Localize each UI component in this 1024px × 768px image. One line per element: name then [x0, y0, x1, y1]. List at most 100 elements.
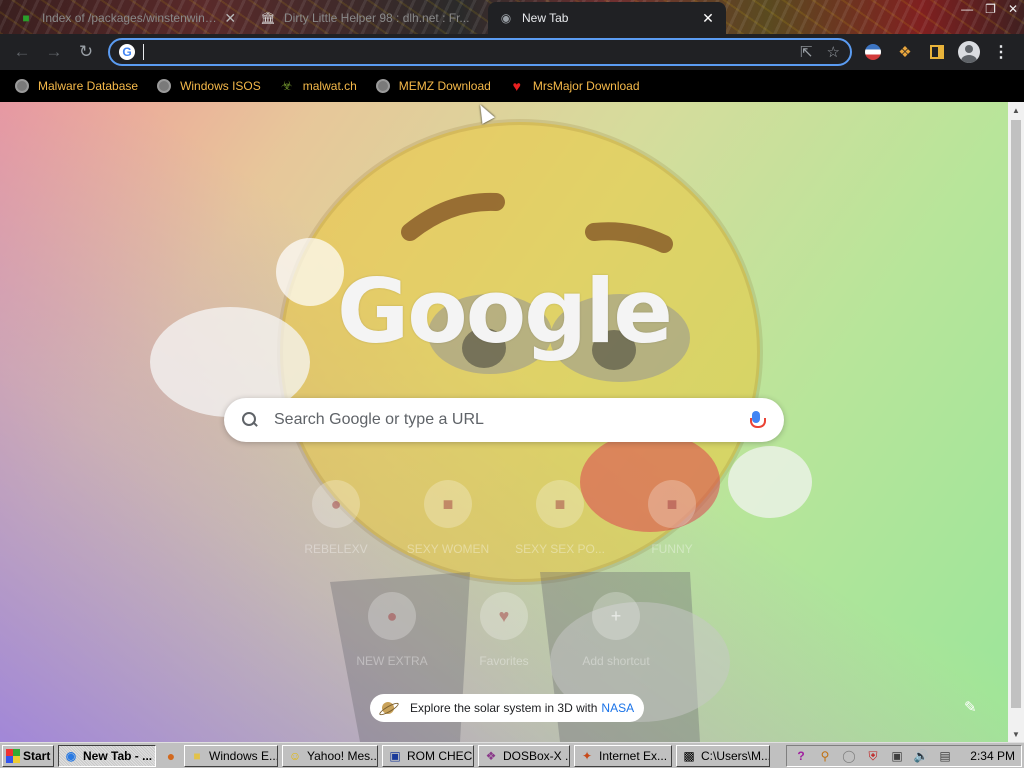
- task-label: DOSBox-X ...: [503, 748, 570, 763]
- folder-icon: ■: [193, 748, 201, 763]
- add-shortcut-tile[interactable]: + Add shortcut: [560, 586, 672, 698]
- folder-green-icon: ■: [22, 11, 30, 25]
- help-icon[interactable]: ?: [793, 748, 809, 764]
- shortcut-tile[interactable]: ■ SEXY WOMEN: [392, 474, 504, 586]
- close-window-icon[interactable]: ✕: [1008, 2, 1018, 16]
- site-icon: ●: [368, 592, 416, 640]
- search-icon: [240, 410, 260, 430]
- shortcut-label: SEXY WOMEN: [406, 542, 490, 556]
- new-tab-page: Google ● REBELEXV ■ SEXY WOMEN ■ SEXY SE…: [0, 102, 1008, 742]
- task-label: ROM CHEC...: [407, 748, 473, 763]
- monitor-icon[interactable]: ▤: [937, 748, 953, 764]
- attribution-link[interactable]: NASA: [601, 701, 634, 715]
- clock[interactable]: 2:34 PM: [970, 749, 1015, 763]
- taskbar-button-yahoo[interactable]: ☺ Yahoo! Mes...: [282, 744, 378, 767]
- shortcut-tile[interactable]: ■ FUNNY: [616, 474, 728, 586]
- tab-title: New Tab: [522, 11, 569, 25]
- network-icon[interactable]: ◯: [841, 748, 857, 764]
- tab-index-of-packages[interactable]: ■ Index of /packages/winstenwinxp... ✕: [8, 2, 248, 34]
- side-panel-icon[interactable]: [926, 36, 948, 68]
- google-logo: Google: [337, 260, 673, 363]
- task-label: New Tab - ...: [83, 748, 153, 763]
- shortcut-label: NEW EXTRA: [356, 654, 428, 668]
- windows-taskbar: Start ◉ New Tab - ... ● ■ Windows E... ☺…: [0, 742, 1024, 768]
- search-input[interactable]: [274, 411, 744, 429]
- volume-icon[interactable]: 🔊: [913, 748, 929, 764]
- globe-icon: [375, 78, 391, 94]
- reload-button[interactable]: ↻: [70, 36, 102, 68]
- address-input[interactable]: [143, 44, 800, 60]
- page-scrollbar[interactable]: ▲ ▼: [1008, 102, 1024, 742]
- ie-icon: ✦: [581, 748, 593, 763]
- app-icon: ▣: [389, 748, 401, 763]
- globe-icon: [14, 78, 30, 94]
- scroll-thumb[interactable]: [1011, 120, 1021, 708]
- heart-icon: ♥: [512, 78, 521, 94]
- bookmark-label: malwat.ch: [302, 79, 357, 93]
- heart-icon: ♥: [480, 592, 528, 640]
- puzzle-extensions-icon[interactable]: ❖: [894, 36, 916, 68]
- taskbar-button-rom-check[interactable]: ▣ ROM CHEC...: [382, 744, 474, 767]
- bookmark-malwatch[interactable]: ☣ malwat.ch: [279, 78, 357, 94]
- menu-icon[interactable]: ⋮: [990, 36, 1012, 68]
- tab-strip: ■ Index of /packages/winstenwinxp... ✕ 🏛…: [0, 0, 1024, 34]
- background-attribution[interactable]: Explore the solar system in 3D with NASA: [370, 694, 645, 722]
- share-icon[interactable]: ⇱: [800, 43, 813, 61]
- tab-new-tab[interactable]: ◉ New Tab ✕: [488, 2, 726, 34]
- museum-icon: 🏛: [260, 11, 276, 25]
- cmd-icon: ▩: [683, 748, 695, 763]
- shortcut-tile[interactable]: ● NEW EXTRA: [336, 586, 448, 698]
- bookmark-label: Malware Database: [38, 79, 139, 93]
- bookmark-malware-database[interactable]: Malware Database: [14, 78, 138, 94]
- magnifier-icon[interactable]: ⚲: [817, 748, 833, 764]
- chrome-icon: ◉: [65, 748, 77, 763]
- bookmark-windows-isos[interactable]: Windows ISOS: [156, 78, 261, 94]
- start-label: Start: [23, 748, 51, 763]
- task-label: Yahoo! Mes...: [307, 748, 378, 763]
- restore-icon[interactable]: ❐: [985, 2, 996, 16]
- start-button[interactable]: Start: [2, 744, 54, 767]
- site-icon: ■: [424, 480, 472, 528]
- shortcut-label: Favorites: [479, 654, 529, 668]
- system-tray: ? ⚲ ◯ ⛨ ▣ 🔊 ▤ 2:34 PM: [786, 745, 1022, 767]
- smiley-icon: ☺: [288, 748, 302, 763]
- bookmark-memz-download[interactable]: MEMZ Download: [375, 78, 491, 94]
- taskbar-button-explorer[interactable]: ■ Windows E...: [184, 744, 278, 767]
- forward-button[interactable]: →: [38, 36, 70, 68]
- shortcut-tile[interactable]: ■ SEXY SEX PO...: [504, 474, 616, 586]
- taskbar-button-chrome[interactable]: ◉ New Tab - ...: [58, 744, 156, 767]
- pencil-icon[interactable]: ✎: [964, 698, 982, 716]
- scroll-down-icon[interactable]: ▼: [1008, 726, 1024, 742]
- minimize-icon[interactable]: —: [961, 2, 973, 16]
- taskbar-button-dosbox[interactable]: ❖ DOSBox-X ...: [478, 744, 570, 767]
- microphone-icon[interactable]: [744, 408, 768, 432]
- site-icon: ●: [312, 480, 360, 528]
- search-box[interactable]: [224, 398, 784, 442]
- dosbox-icon: ❖: [485, 748, 497, 763]
- profile-icon[interactable]: [958, 36, 980, 68]
- close-icon[interactable]: ✕: [222, 10, 238, 27]
- flag-extension-icon[interactable]: [862, 36, 884, 68]
- extensions-area: ❖ ⋮: [862, 36, 1012, 68]
- taskbar-button-cmd[interactable]: ▩ C:\Users\M...: [676, 744, 770, 767]
- taskbar-button-internet-explorer[interactable]: ✦ Internet Ex...: [574, 744, 672, 767]
- bookmark-mrsmajor-download[interactable]: ♥ MrsMajor Download: [509, 78, 640, 94]
- display-icon[interactable]: ▣: [889, 748, 905, 764]
- shortcut-label: FUNNY: [651, 542, 693, 556]
- shield-icon[interactable]: ⛨: [865, 748, 881, 764]
- shortcut-tile[interactable]: ● REBELEXV: [280, 474, 392, 586]
- shortcut-label: REBELEXV: [304, 542, 368, 556]
- shortcut-tile[interactable]: ♥ Favorites: [448, 586, 560, 698]
- site-icon: ■: [648, 480, 696, 528]
- scroll-up-icon[interactable]: ▲: [1008, 102, 1024, 118]
- close-icon[interactable]: ✕: [700, 10, 716, 27]
- star-icon[interactable]: ☆: [827, 43, 840, 61]
- firefox-icon[interactable]: ●: [162, 747, 180, 765]
- back-button[interactable]: ←: [6, 36, 38, 68]
- window-controls: — ❐ ✕: [961, 2, 1018, 16]
- tab-dirty-little-helper[interactable]: 🏛 Dirty Little Helper 98 : dlh.net : Fr.…: [250, 2, 486, 34]
- browser-toolbar: ← → ↻ G ⇱ ☆ ❖ ⋮: [0, 34, 1024, 70]
- task-label: Internet Ex...: [599, 748, 668, 763]
- site-icon: ■: [536, 480, 584, 528]
- address-bar[interactable]: G ⇱ ☆: [108, 38, 852, 66]
